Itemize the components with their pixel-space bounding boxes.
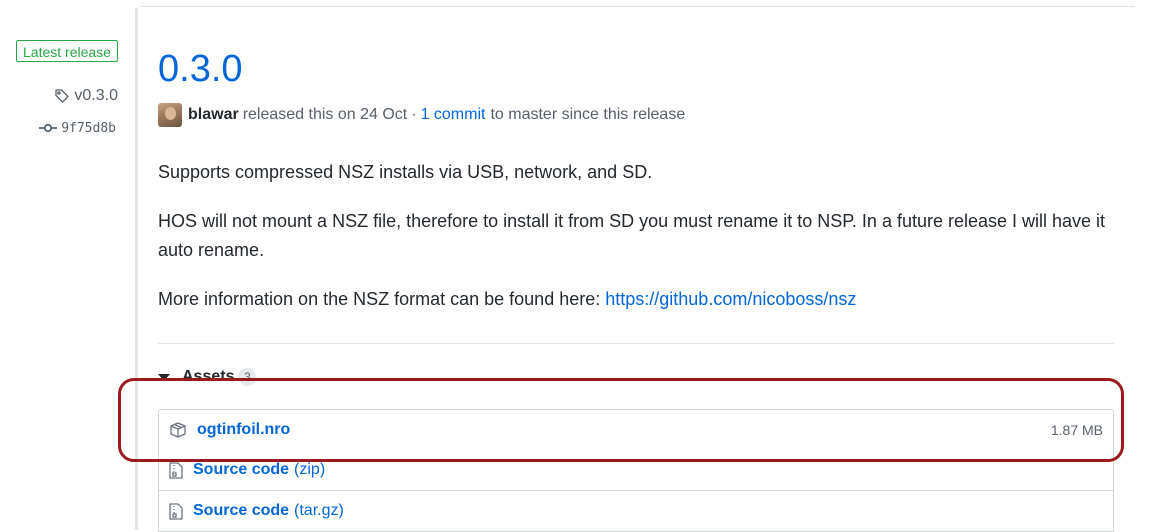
asset-row-source-zip[interactable]: Source code (zip)	[158, 450, 1114, 491]
tag-label: v0.3.0	[74, 87, 118, 104]
source-code-format: (tar.gz)	[294, 502, 344, 519]
commits-link[interactable]: 1 commit	[421, 106, 486, 124]
caret-down-icon	[158, 373, 170, 381]
top-divider	[140, 6, 1134, 7]
release-timeline-line	[135, 8, 138, 530]
release-byline: blawar released this on 24 Oct · 1 commi…	[158, 102, 685, 128]
release-notes-paragraph-3: More information on the NSZ format can b…	[158, 285, 1108, 314]
commit-sha: 9f75d8b	[61, 120, 116, 136]
git-commit-icon	[39, 122, 58, 134]
source-code-format: (zip)	[294, 461, 326, 478]
commits-suffix-text: to master since this release	[490, 106, 686, 123]
assets-toggle[interactable]: Assets 3	[158, 366, 257, 388]
author-link[interactable]: blawar	[188, 106, 239, 124]
released-date-text: released this on 24 Oct	[242, 106, 408, 123]
release-commit-link[interactable]: 9f75d8b	[39, 118, 116, 138]
package-icon	[169, 422, 187, 438]
nsz-info-text: More information on the NSZ format can b…	[158, 289, 601, 309]
author-avatar[interactable]	[158, 103, 182, 127]
release-title-link[interactable]: 0.3.0	[158, 46, 243, 92]
asset-row-nro[interactable]: ogtinfoil.nro 1.87 MB	[158, 409, 1114, 451]
release-notes-paragraph-2: HOS will not mount a NSZ file, therefore…	[158, 211, 1106, 260]
nsz-repo-link[interactable]: https://github.com/nicoboss/nsz	[605, 289, 856, 309]
file-zip-icon	[169, 461, 183, 479]
asset-size: 1.87 MB	[1050, 422, 1103, 438]
source-code-link[interactable]: Source code	[193, 502, 289, 520]
file-zip-icon	[169, 502, 183, 520]
release-tag-link[interactable]: v0.3.0	[54, 86, 118, 106]
byline-separator: ·	[411, 106, 417, 123]
assets-label: Assets	[182, 368, 235, 385]
assets-divider	[158, 343, 1114, 344]
release-notes-paragraph-1: Supports compressed NSZ installs via USB…	[158, 162, 653, 182]
asset-download-link[interactable]: ogtinfoil.nro	[197, 421, 290, 439]
source-code-link[interactable]: Source code	[193, 461, 289, 479]
asset-row-source-targz[interactable]: Source code (tar.gz)	[158, 491, 1114, 532]
latest-release-badge: Latest release	[16, 40, 118, 62]
assets-count-badge: 3	[238, 368, 257, 386]
tag-icon	[54, 88, 70, 104]
